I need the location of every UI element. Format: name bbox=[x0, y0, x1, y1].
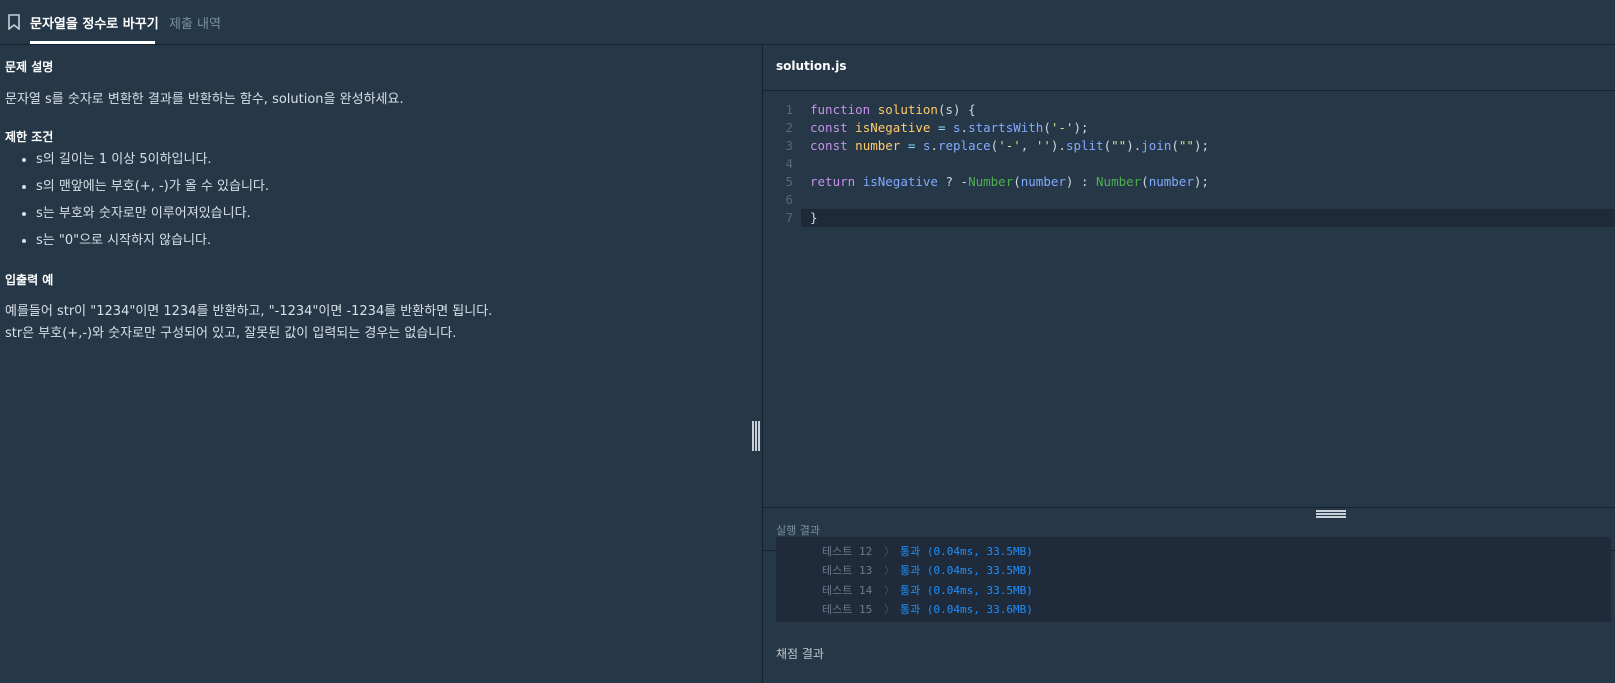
code-line: 4 bbox=[763, 155, 1615, 173]
code-token: replace bbox=[937, 138, 991, 153]
line-number: 6 bbox=[785, 192, 793, 207]
code-token: = bbox=[900, 138, 923, 153]
code-token: s bbox=[953, 120, 961, 135]
code-token: startsWith bbox=[968, 120, 1044, 135]
line-number: 3 bbox=[785, 138, 793, 153]
code-token: (s) { bbox=[937, 102, 976, 117]
chevron-right-icon: 〉 bbox=[884, 545, 895, 558]
test-result-row[interactable]: 테스트 13 〉 통과 (0.04ms, 33.5MB) bbox=[776, 561, 1611, 580]
line-number: 7 bbox=[785, 210, 793, 225]
constraint-item: s의 길이는 1 이상 5이하입니다. bbox=[36, 146, 269, 173]
example-line: str은 부호(+,-)와 숫자로만 구성되어 있고, 잘못된 값이 입력되는 … bbox=[5, 326, 457, 341]
code-token: Number bbox=[968, 174, 1014, 189]
test-result-row[interactable]: 테스트 12 〉 통과 (0.04ms, 33.5MB) bbox=[776, 542, 1611, 561]
code-token: number bbox=[1020, 174, 1066, 189]
line-number: 1 bbox=[785, 102, 793, 117]
code-token: split bbox=[1065, 138, 1104, 153]
code-token: ). bbox=[1126, 138, 1142, 153]
code-token: ). bbox=[1050, 138, 1066, 153]
code-token: ( bbox=[1043, 120, 1051, 135]
code-token: , bbox=[1020, 138, 1036, 153]
chevron-right-icon: 〉 bbox=[884, 584, 895, 597]
code-token: return bbox=[810, 174, 856, 189]
code-token: ( bbox=[1103, 138, 1112, 153]
editor-panel: solution.js 1 function solution(s) { 2 c… bbox=[763, 45, 1615, 683]
test-result-status: 통과 (0.04ms, 33.5MB) bbox=[900, 545, 1033, 558]
code-token: ( bbox=[1141, 174, 1149, 189]
code-token: } bbox=[810, 210, 818, 225]
constraint-item: s는 "0"으로 시작하지 않습니다. bbox=[36, 227, 269, 254]
chevron-right-icon: 〉 bbox=[884, 564, 895, 577]
active-tab-indicator bbox=[30, 41, 155, 44]
code-token: ) : bbox=[1065, 174, 1097, 189]
test-label: 테스트 14 bbox=[822, 584, 873, 597]
chevron-right-icon: 〉 bbox=[884, 603, 895, 616]
test-result-status: 통과 (0.04ms, 33.5MB) bbox=[900, 564, 1033, 577]
code-token: number bbox=[855, 138, 901, 153]
test-result-row[interactable]: 테스트 14 〉 통과 (0.04ms, 33.5MB) bbox=[776, 581, 1611, 600]
code-token: join bbox=[1141, 138, 1172, 153]
code-token: function bbox=[810, 102, 871, 117]
test-label: 테스트 12 bbox=[822, 545, 873, 558]
heading-problem-description: 문제 설명 bbox=[5, 60, 54, 74]
code-token: = bbox=[930, 120, 954, 135]
code-token: . bbox=[930, 138, 938, 153]
code-token: ( bbox=[1171, 138, 1179, 153]
heading-examples: 입출력 예 bbox=[5, 273, 54, 287]
top-tab-bar: 문자열을 정수로 바꾸기 제출 내역 bbox=[0, 0, 1615, 45]
code-line: 2 const isNegative = s.startsWith('-'); bbox=[763, 119, 1615, 137]
code-token: const bbox=[810, 120, 848, 135]
code-token: ( bbox=[1013, 174, 1021, 189]
code-line: 5 return isNegative ? -Number(number) : … bbox=[763, 173, 1615, 191]
heading-constraints: 제한 조건 bbox=[5, 130, 54, 144]
code-token: '-' bbox=[1050, 120, 1074, 135]
test-result-status: 통과 (0.04ms, 33.6MB) bbox=[900, 603, 1033, 616]
code-token: "" bbox=[1111, 138, 1127, 153]
grading-result-title: 채점 결과 bbox=[776, 647, 824, 661]
code-token: ); bbox=[1193, 138, 1210, 153]
code-token: ? - bbox=[937, 174, 969, 189]
code-token: . bbox=[960, 120, 969, 135]
test-label: 테스트 13 bbox=[822, 564, 873, 577]
bookmark-icon[interactable] bbox=[8, 14, 20, 30]
code-token: '-' bbox=[998, 138, 1021, 153]
constraints-list: s의 길이는 1 이상 5이하입니다. s의 맨앞에는 부호(+, -)가 올 … bbox=[18, 146, 269, 254]
code-line: 3 const number = s.replace('-', '').spli… bbox=[763, 137, 1615, 155]
tab-submission-history[interactable]: 제출 내역 bbox=[169, 13, 221, 32]
code-token: number bbox=[1148, 174, 1194, 189]
code-token: ); bbox=[1073, 120, 1089, 135]
test-result-row[interactable]: 테스트 15 〉 통과 (0.04ms, 33.6MB) bbox=[776, 600, 1611, 619]
code-editor[interactable]: 1 function solution(s) { 2 const isNegat… bbox=[763, 91, 1615, 553]
constraint-item: s의 맨앞에는 부호(+, -)가 올 수 있습니다. bbox=[36, 173, 269, 200]
code-token: solution bbox=[877, 102, 938, 117]
constraint-item: s는 부호와 숫자로만 이루어져있습니다. bbox=[36, 200, 269, 227]
vertical-drag-handle-icon[interactable] bbox=[752, 421, 760, 451]
code-line: 7 } bbox=[763, 209, 1615, 227]
test-results-list[interactable]: 테스트 12 〉 통과 (0.04ms, 33.5MB) 테스트 13 〉 통과… bbox=[776, 537, 1611, 622]
code-line: 6 bbox=[763, 191, 1615, 209]
code-token: "" bbox=[1178, 138, 1194, 153]
result-title: 실행 결과 bbox=[776, 524, 820, 537]
code-token: Number bbox=[1096, 174, 1142, 189]
line-number: 5 bbox=[785, 174, 793, 189]
problem-panel: 문제 설명 문자열 s를 숫자로 변환한 결과를 반환하는 함수, soluti… bbox=[0, 45, 762, 683]
code-token: ); bbox=[1193, 174, 1209, 189]
line-number: 2 bbox=[785, 120, 793, 135]
test-result-status: 통과 (0.04ms, 33.5MB) bbox=[900, 584, 1033, 597]
line-number: 4 bbox=[785, 156, 793, 171]
tab-problem[interactable]: 문자열을 정수로 바꾸기 bbox=[30, 13, 159, 32]
code-token: isNegative bbox=[862, 174, 938, 189]
code-token: const bbox=[810, 138, 848, 153]
file-name-tab[interactable]: solution.js bbox=[776, 59, 847, 73]
problem-description-text: 문자열 s를 숫자로 변환한 결과를 반환하는 함수, solution을 완성… bbox=[5, 92, 404, 107]
code-line: 1 function solution(s) { bbox=[763, 101, 1615, 119]
test-label: 테스트 15 bbox=[822, 603, 873, 616]
file-tab-bar: solution.js bbox=[763, 45, 1615, 91]
example-line: 예를들어 str이 "1234"이면 1234를 반환하고, "-1234"이면… bbox=[5, 304, 493, 319]
code-token: '' bbox=[1035, 138, 1051, 153]
code-token: isNegative bbox=[855, 120, 931, 135]
